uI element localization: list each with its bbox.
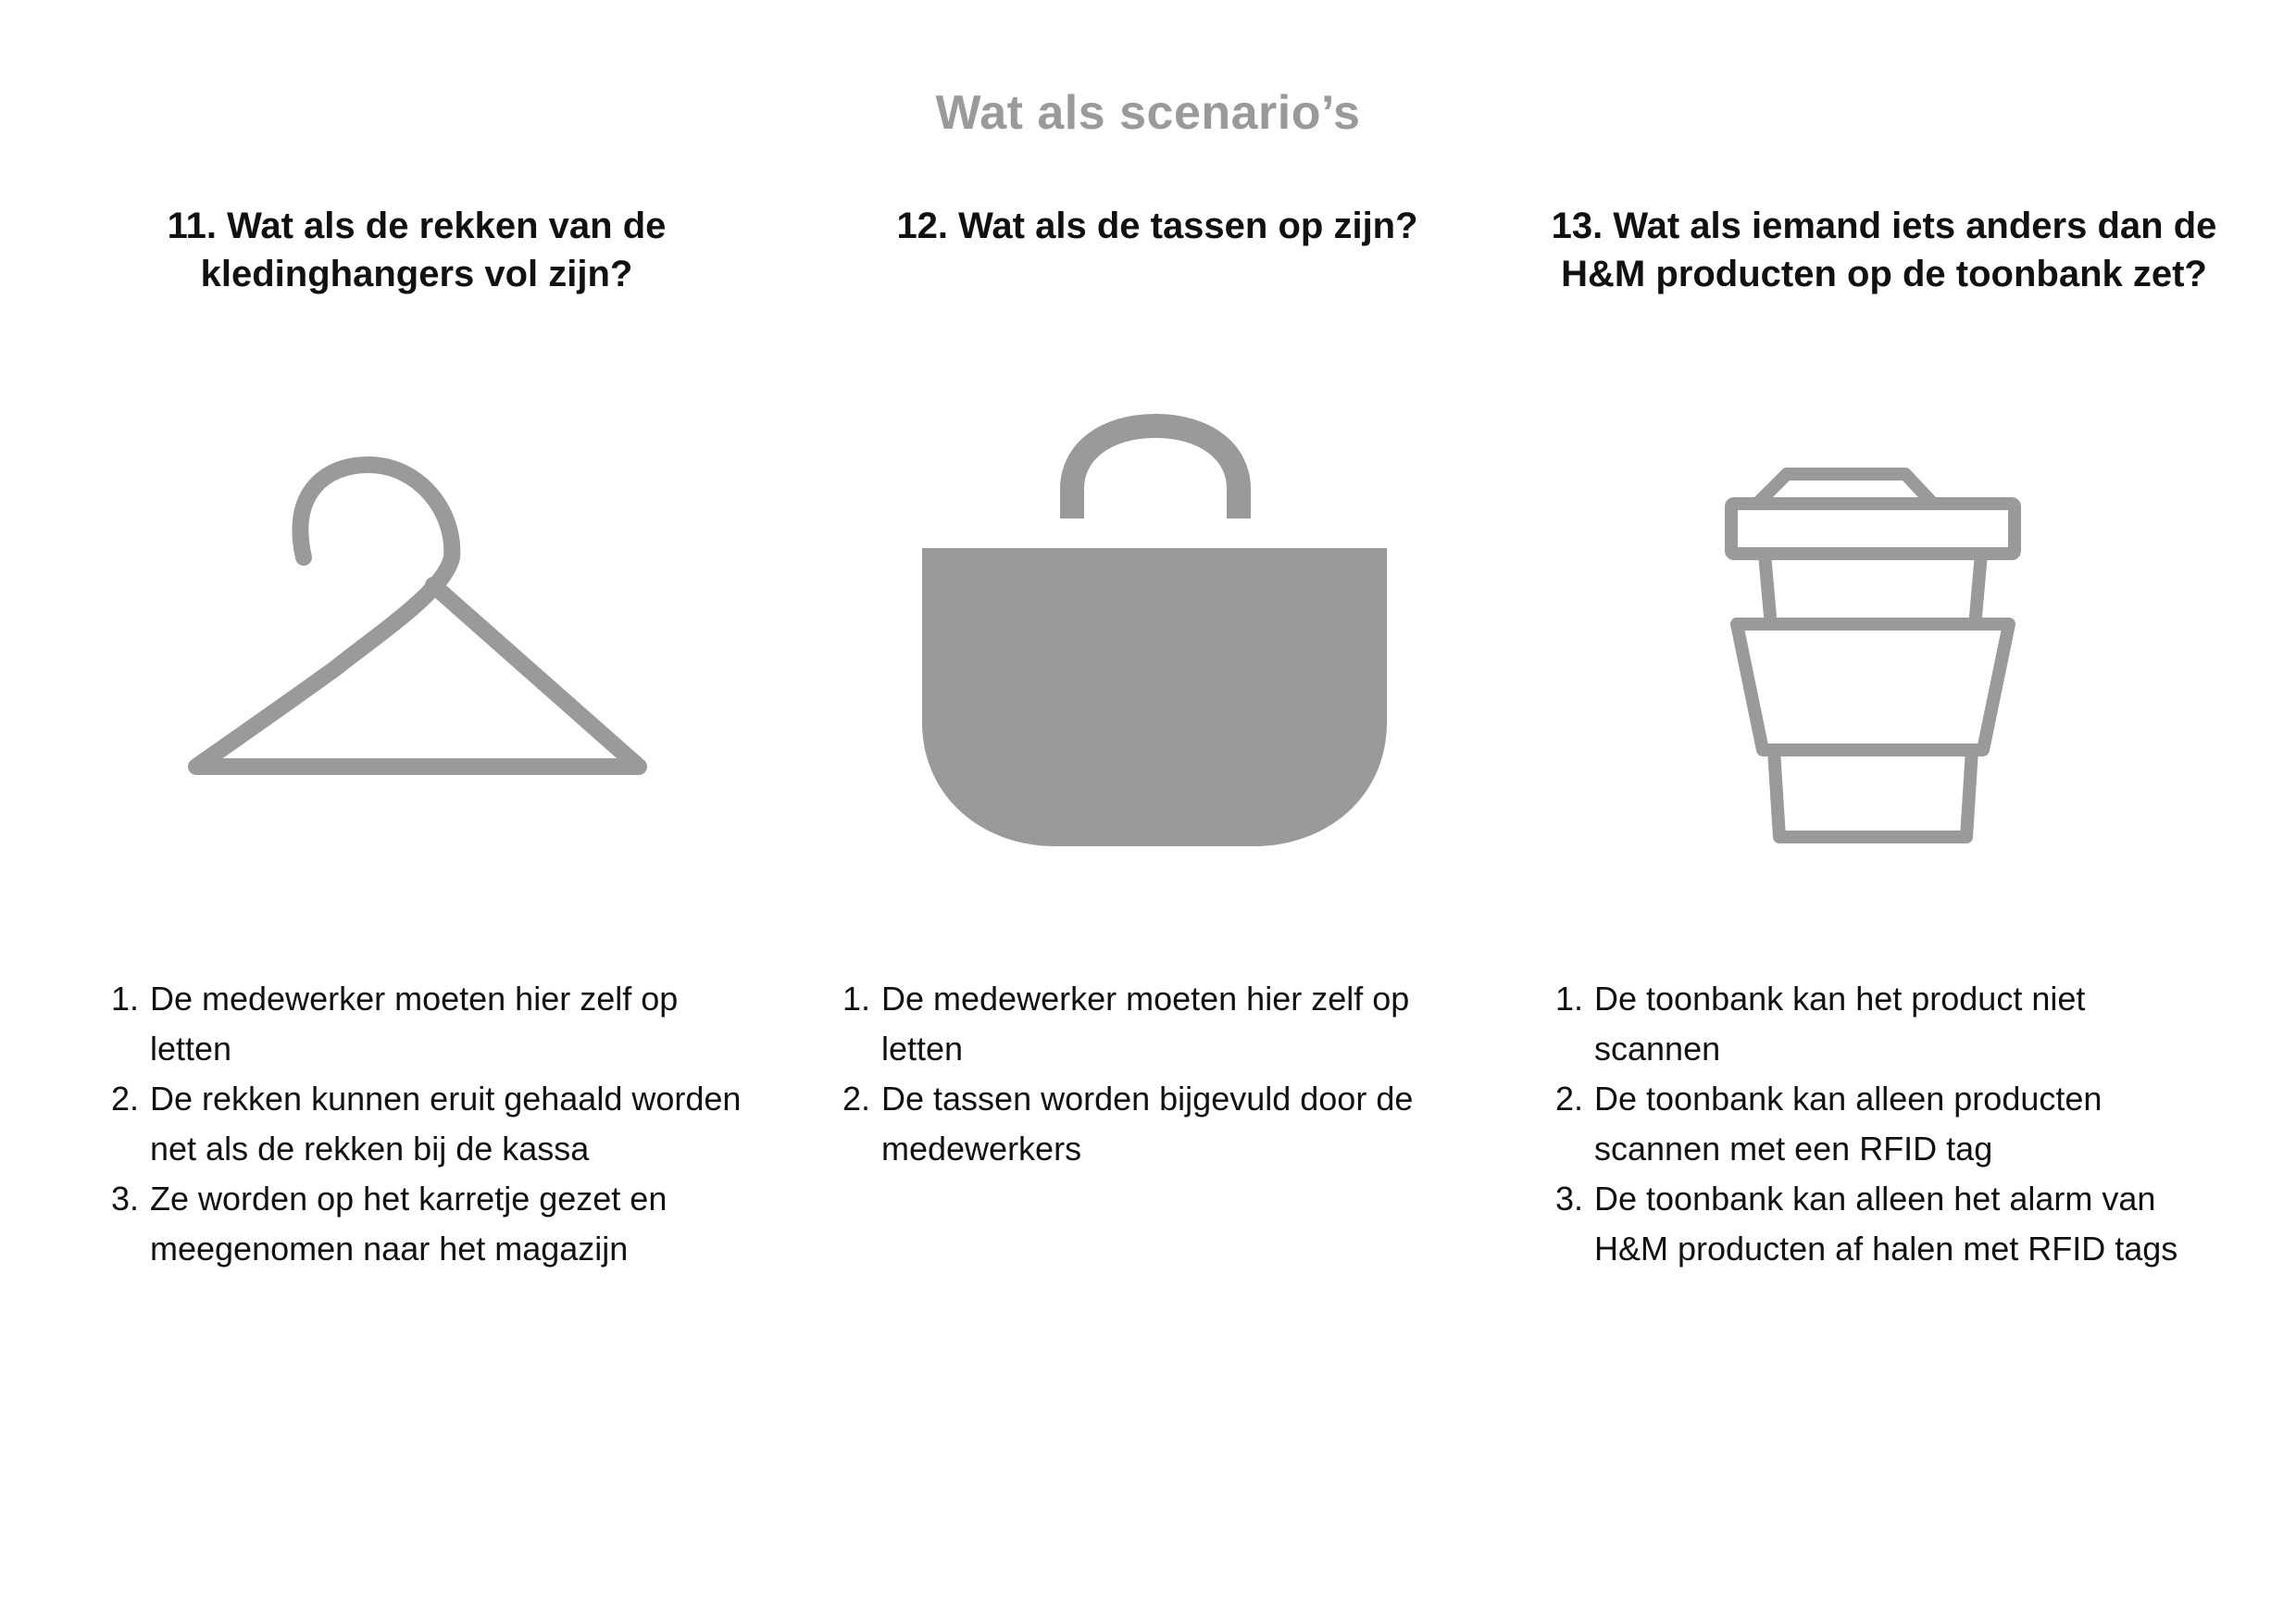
- scenario-card-12: 12. Wat als de tassen op zijn? 1. De mede…: [824, 0, 1491, 1624]
- steps-list: 1. De medewerker moeten hier zelf op lett…: [93, 974, 759, 1274]
- list-item: 1. De toonbank kan het product niet scann…: [1537, 974, 2203, 1074]
- scenario-title: 13. Wat als iemand iets anders dan de H&…: [1551, 206, 2217, 294]
- scenario-title: 12. Wat als de tassen op zijn?: [896, 206, 1418, 246]
- list-item: 1. De medewerker moeten hier zelf op lett…: [824, 974, 1491, 1074]
- step-number: 1.: [111, 980, 140, 1018]
- scenario-card-13: 13. Wat als iemand iets anders dan de H&…: [1537, 0, 2217, 1624]
- steps-list: 1. De toonbank kan het product niet scann…: [1537, 974, 2203, 1274]
- step-text: De medewerker moeten hier zelf op letten: [881, 980, 1410, 1068]
- step-text: De toonbank kan het product niet scannen: [1594, 980, 2086, 1068]
- list-item: 2. De tassen worden bijgevuld door de med…: [824, 1074, 1491, 1174]
- step-text: De toonbank kan alleen het alarm van H&M…: [1594, 1180, 2178, 1268]
- step-text: De medewerker moeten hier zelf op letten: [150, 980, 679, 1068]
- step-number: 2.: [111, 1080, 140, 1118]
- scenario-card-11: 11. Wat als de rekken van de kledinghang…: [93, 0, 759, 1624]
- step-text: De toonbank kan alleen producten scannen…: [1594, 1080, 2103, 1168]
- list-item: 2. De toonbank kan alleen producten scann…: [1537, 1074, 2203, 1174]
- bag-icon: [922, 413, 1387, 846]
- scenario-title: 11. Wat als de rekken van de kledinghang…: [167, 206, 667, 294]
- cup-icon: [1725, 468, 2021, 843]
- list-item: 1. De medewerker moeten hier zelf op lett…: [93, 974, 759, 1074]
- step-number: 2.: [1555, 1080, 1584, 1118]
- step-number: 3.: [111, 1180, 140, 1218]
- list-item: 3. De toonbank kan alleen het alarm van H…: [1537, 1174, 2203, 1274]
- step-number: 1.: [1555, 980, 1584, 1018]
- step-number: 3.: [1555, 1180, 1584, 1218]
- list-item: 3. Ze worden op het karretje gezet en mee…: [93, 1174, 759, 1274]
- step-text: De tassen worden bijgevuld door de medew…: [881, 1080, 1414, 1168]
- step-text: De rekken kunnen eruit gehaald worden ne…: [150, 1080, 742, 1168]
- step-number: 1.: [842, 980, 871, 1018]
- steps-list: 1. De medewerker moeten hier zelf op lett…: [824, 974, 1491, 1174]
- step-text: Ze worden op het karretje gezet en meege…: [150, 1180, 668, 1268]
- hanger-icon: [188, 456, 647, 775]
- step-number: 2.: [842, 1080, 871, 1118]
- list-item: 2. De rekken kunnen eruit gehaald worden …: [93, 1074, 759, 1174]
